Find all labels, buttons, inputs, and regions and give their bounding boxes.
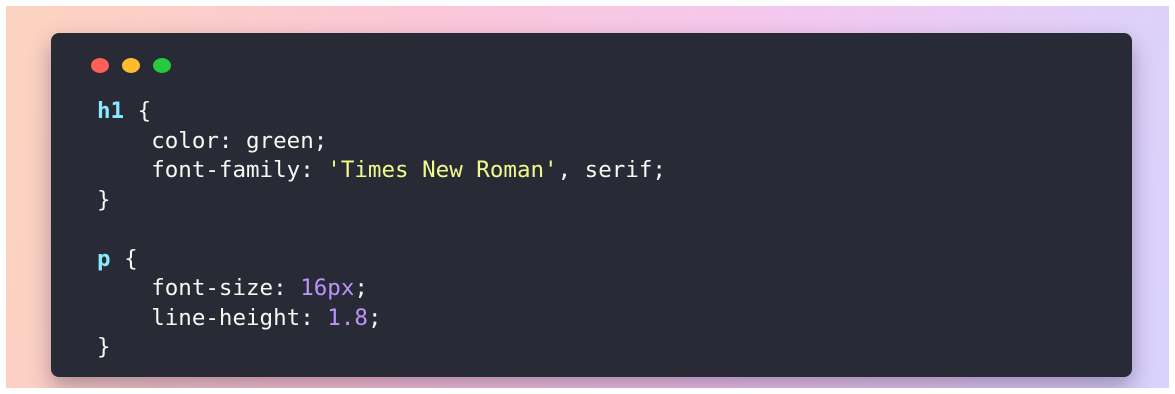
- window-controls: [91, 58, 171, 73]
- string-value: 'Times New Roman': [327, 157, 558, 183]
- close-brace: }: [97, 186, 111, 213]
- code-line-1: h1 {: [97, 97, 666, 127]
- property-font-size: font-size:: [151, 275, 301, 301]
- close-brace: }: [97, 334, 111, 360]
- close-dot-icon[interactable]: [91, 58, 109, 73]
- code-block: h1 { color: green; font-family: 'Times N…: [97, 97, 666, 363]
- declaration-rest: , serif;: [557, 157, 666, 183]
- minimize-dot-icon[interactable]: [122, 58, 140, 73]
- code-line-9: }: [97, 333, 666, 363]
- code-line-4: }: [97, 186, 666, 216]
- gradient-background: h1 { color: green; font-family: 'Times N…: [6, 6, 1169, 388]
- semicolon: ;: [354, 275, 368, 301]
- number-value: 1.8: [327, 304, 368, 331]
- code-window: h1 { color: green; font-family: 'Times N…: [51, 33, 1132, 377]
- open-brace: {: [124, 98, 152, 124]
- code-line-3: font-family: 'Times New Roman', serif;: [97, 156, 666, 186]
- open-brace: {: [110, 245, 138, 272]
- selector-h1: h1: [97, 98, 125, 124]
- semicolon: ;: [367, 304, 382, 331]
- zoom-dot-icon[interactable]: [153, 58, 171, 73]
- code-line-8: line-height: 1.8;: [97, 304, 666, 334]
- code-line-7: font-size: 16px;: [97, 274, 666, 304]
- code-line-6: p {: [97, 245, 666, 275]
- selector-p: p: [97, 245, 111, 272]
- code-line-2: color: green;: [97, 127, 666, 157]
- number-value: 16px: [300, 275, 355, 301]
- declaration-color: color: green;: [151, 127, 328, 154]
- property-line-height: line-height:: [151, 304, 328, 331]
- property-font-family: font-family:: [151, 157, 328, 183]
